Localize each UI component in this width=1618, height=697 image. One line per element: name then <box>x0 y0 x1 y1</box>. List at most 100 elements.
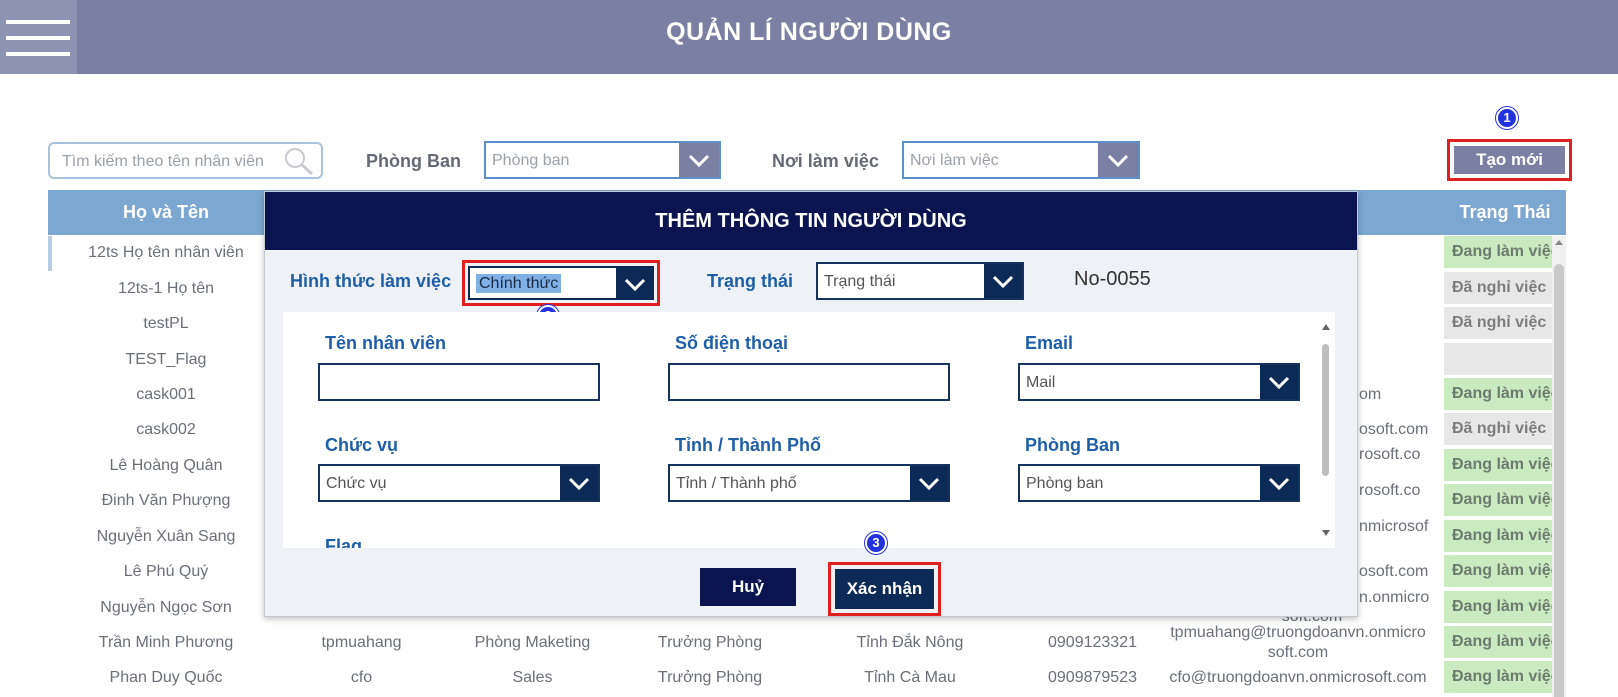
employee-name-label: Tên nhân viên <box>325 333 447 353</box>
province-value: Tỉnh / Thành phố <box>676 475 797 492</box>
department-filter-value: Phòng ban <box>492 152 570 169</box>
table-cell-username: cfo <box>350 669 373 686</box>
column-header-name: Họ và Tên <box>48 190 284 235</box>
table-row-name[interactable]: 12ts Họ tên nhân viên <box>48 244 284 262</box>
table-cell-department: Sales <box>512 669 553 686</box>
table-row-name[interactable]: Lê Phú Quý <box>48 563 284 581</box>
table-cell-email: n.onmicro <box>1359 589 1430 606</box>
form-scrollbar[interactable] <box>1320 318 1332 542</box>
department-label: Phòng Ban <box>1025 435 1120 455</box>
email-label: Email <box>1025 333 1074 353</box>
position-label: Chức vụ <box>325 435 399 455</box>
work-type-value-text: Chính thức <box>476 274 562 293</box>
table-cell-province: Tỉnh Đắk Nông <box>856 634 964 651</box>
cancel-button[interactable]: Huỷ <box>700 568 796 606</box>
table-cell-email: osoft.com <box>1359 563 1429 580</box>
table-cell-email: osoft.com <box>1359 421 1429 438</box>
chevron-down-icon[interactable] <box>1098 143 1138 177</box>
province-label: Tỉnh / Thành Phố <box>675 435 821 455</box>
department-filter-label: Phòng Ban <box>366 151 461 171</box>
table-row-name[interactable]: Đinh Văn Phượng <box>48 492 284 510</box>
status-label: Trạng thái <box>707 271 794 291</box>
table-cell-email: om <box>1359 386 1382 403</box>
column-header-status: Trạng Thái <box>1444 190 1566 235</box>
phone-label: Số điện thoại <box>675 333 789 353</box>
table-cell-email: nmicrosof <box>1359 518 1429 535</box>
status-dropdown[interactable]: Trạng thái <box>816 262 1024 300</box>
step-marker-3: 3 <box>865 532 887 554</box>
status-badge: Đang làm việc <box>1444 591 1552 623</box>
status-badge: Đang làm việc <box>1444 236 1552 268</box>
add-user-dialog: THÊM THÔNG TIN NGƯỜI DÙNG Hình thức làm … <box>264 191 1358 617</box>
table-cell-email: tpmuahang@truongdoanvn.onmicro <box>1170 624 1426 641</box>
email-value: Mail <box>1026 374 1056 391</box>
step-marker-1: 1 <box>1496 107 1518 129</box>
confirm-button[interactable]: Xác nhận <box>835 569 934 609</box>
chevron-down-icon[interactable] <box>560 466 598 500</box>
table-row-name[interactable]: Phan Duy Quốc <box>48 669 284 687</box>
chevron-down-icon[interactable] <box>1260 466 1298 500</box>
status-badge <box>1444 343 1552 375</box>
scroll-up-icon[interactable] <box>1322 324 1330 330</box>
search-placeholder: Tìm kiếm theo tên nhân viên <box>62 153 264 170</box>
form-scrollbar-thumb[interactable] <box>1322 344 1329 476</box>
status-badge: Đang làm việc <box>1444 449 1552 481</box>
page-title: QUẢN LÍ NGƯỜI DÙNG <box>666 18 952 46</box>
table-cell-position: Trưởng Phòng <box>657 634 763 651</box>
dialog-title: THÊM THÔNG TIN NGƯỜI DÙNG <box>265 192 1357 250</box>
table-row-name[interactable]: cask002 <box>48 421 284 439</box>
position-value: Chức vụ <box>326 475 387 492</box>
chevron-down-icon[interactable] <box>1260 365 1298 399</box>
phone-field[interactable] <box>668 363 950 401</box>
table-row-name[interactable]: Nguyễn Xuân Sang <box>48 528 284 546</box>
table-row-name[interactable]: testPL <box>48 315 284 333</box>
department-value: Phòng ban <box>1026 475 1104 492</box>
chevron-down-icon[interactable] <box>910 466 948 500</box>
workplace-filter-dropdown[interactable]: Nơi làm việc <box>902 141 1140 179</box>
confirm-button-highlight[interactable]: Xác nhận <box>828 562 941 616</box>
chevron-down-icon[interactable] <box>616 268 652 298</box>
table-cell-username: tpmuahang <box>321 634 402 651</box>
status-badge: Đang làm việc <box>1444 626 1552 658</box>
scroll-up-icon[interactable] <box>1555 240 1563 245</box>
scroll-down-icon[interactable] <box>1322 530 1330 536</box>
work-type-label: Hình thức làm việc <box>290 271 452 291</box>
status-badge: Đã nghỉ việc <box>1444 272 1552 304</box>
email-dropdown[interactable]: Mail <box>1018 363 1300 401</box>
table-cell-email: rosoft.co <box>1359 482 1421 499</box>
status-value: Trạng thái <box>824 273 896 290</box>
create-new-button[interactable]: Tạo mới <box>1454 146 1565 174</box>
table-cell-phone: 0909879523 <box>1048 669 1137 686</box>
table-row-name[interactable]: 12ts-1 Họ tên <box>48 280 284 298</box>
table-row-name[interactable]: cask001 <box>48 386 284 404</box>
department-filter-dropdown[interactable]: Phòng ban <box>484 141 721 179</box>
table-cell-email: rosoft.co <box>1359 446 1421 463</box>
status-badge: Đang làm việc <box>1444 555 1552 587</box>
chevron-down-icon[interactable] <box>679 143 719 177</box>
department-dropdown[interactable]: Phòng ban <box>1018 464 1300 502</box>
table-cell-province: Tỉnh Cà Mau <box>864 669 956 686</box>
table-cell-position: Trưởng Phòng <box>657 669 763 686</box>
workplace-filter-value: Nơi làm việc <box>910 152 999 169</box>
status-badge: Đã nghỉ việc <box>1444 307 1552 339</box>
table-cell-email: cfo@truongdoanvn.onmicrosoft.com <box>1169 669 1427 686</box>
flag-label: Flag <box>325 536 363 548</box>
table-row-name[interactable]: Trần Minh Phương <box>48 634 284 652</box>
work-type-dropdown[interactable]: Chính thức <box>468 266 654 300</box>
table-scrollbar[interactable] <box>1552 236 1566 697</box>
table-row-name[interactable]: Nguyễn Ngọc Sơn <box>48 599 284 617</box>
app-header: QUẢN LÍ NGƯỜI DÙNG <box>0 0 1618 74</box>
table-row-name[interactable]: TEST_Flag <box>48 351 284 369</box>
position-dropdown[interactable]: Chức vụ <box>318 464 600 502</box>
search-icon[interactable] <box>283 146 315 176</box>
status-badge: Đang làm việc <box>1444 378 1552 410</box>
table-cell-phone: 0909123321 <box>1048 634 1137 651</box>
employee-name-field[interactable] <box>318 363 600 401</box>
table-cell-email-line2: soft.com <box>1267 644 1329 661</box>
create-new-button-highlight[interactable]: Tạo mới <box>1447 139 1572 181</box>
table-row-name[interactable]: Lê Hoàng Quân <box>48 457 284 475</box>
search-input[interactable]: Tìm kiếm theo tên nhân viên <box>48 142 323 179</box>
chevron-down-icon[interactable] <box>984 264 1022 298</box>
table-scrollbar-thumb[interactable] <box>1554 264 1564 697</box>
province-dropdown[interactable]: Tỉnh / Thành phố <box>668 464 950 502</box>
